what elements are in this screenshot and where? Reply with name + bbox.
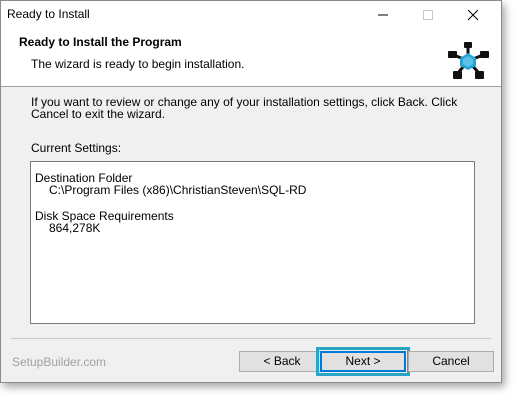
footer-divider: [11, 338, 491, 339]
close-icon: [467, 9, 479, 20]
minimize-button[interactable]: [361, 1, 405, 28]
cancel-button[interactable]: Cancel: [408, 351, 494, 372]
brand-label: SetupBuilder.com: [12, 355, 107, 369]
wizard-header: Ready to Install the Program The wizard …: [1, 28, 501, 87]
disk-space-heading: Disk Space Requirements: [35, 209, 174, 223]
maximize-icon: [423, 9, 433, 20]
back-button[interactable]: < Back: [239, 351, 325, 372]
setup-logo-icon: [448, 42, 489, 79]
title-bar: Ready to Install: [1, 1, 501, 28]
minimize-icon: [378, 14, 388, 15]
maximize-button[interactable]: [406, 1, 450, 28]
disk-space-value: 864,278K: [49, 221, 101, 235]
close-button[interactable]: [451, 1, 495, 28]
settings-summary-box[interactable]: Destination Folder C:\Program Files (x86…: [30, 161, 475, 324]
instructions-text: If you want to review or change any of y…: [31, 95, 458, 121]
destination-value: C:\Program Files (x86)\ChristianSteven\S…: [49, 183, 307, 197]
page-title: Ready to Install the Program: [19, 35, 182, 49]
installer-window: Ready to Install Ready to Install the Pr…: [0, 0, 502, 383]
window-title: Ready to Install: [7, 7, 90, 21]
current-settings-label: Current Settings:: [31, 141, 122, 155]
page-subtitle: The wizard is ready to begin installatio…: [31, 57, 245, 71]
next-button[interactable]: Next >: [316, 347, 410, 376]
